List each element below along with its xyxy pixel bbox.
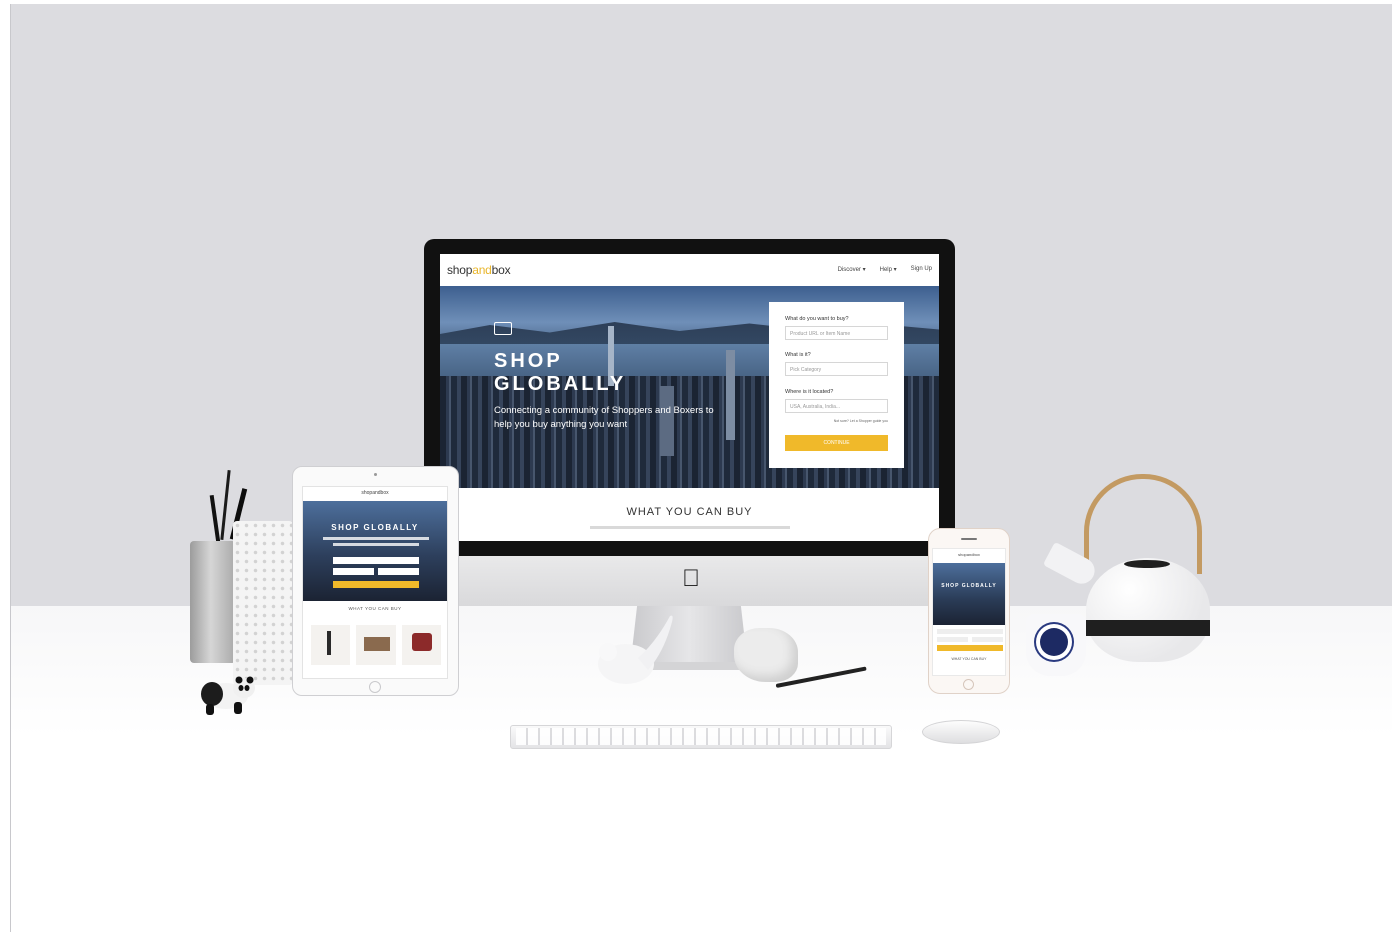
imac-screen: shopandbox Discover ▾ Help ▾ Sign Up SHO… <box>440 254 939 541</box>
hero-title-line1: SHOP <box>494 350 563 372</box>
tablet-hero-title: SHOP GLOBALLY <box>331 523 419 532</box>
phone-hero-title: SHOP GLOBALLY <box>941 583 997 589</box>
nav-links: Discover ▾ Help ▾ Sign Up <box>838 266 932 273</box>
product-thumbnail[interactable] <box>311 625 351 665</box>
product-thumbnail[interactable] <box>356 625 396 665</box>
ceramic-bird <box>598 615 673 684</box>
category-select[interactable]: Pick Category <box>785 362 888 376</box>
tablet-section-title: WHAT YOU CAN BUY <box>348 606 402 611</box>
apple-logo-icon:  <box>680 566 702 592</box>
product-thumbnail[interactable] <box>401 625 441 665</box>
keyboard-keys <box>516 728 886 745</box>
teacup-flower-pattern <box>1040 628 1068 656</box>
crumpled-paper <box>734 628 798 682</box>
panda-figurine <box>201 676 255 715</box>
tablet-input[interactable] <box>333 568 374 575</box>
perforated-pencil-holder <box>233 521 293 685</box>
section-title: WHAT YOU CAN BUY <box>626 506 753 518</box>
teapot-lid <box>1124 560 1170 568</box>
phone-section-title: WHAT YOU CAN BUY <box>951 657 987 661</box>
iphone-home-button <box>963 679 974 690</box>
concrete-pencil-holder <box>190 541 236 663</box>
iphone-speaker <box>961 538 977 540</box>
teapot <box>1086 558 1210 662</box>
tablet-hero-subtitle <box>333 543 419 546</box>
tablet-input[interactable] <box>333 557 419 564</box>
teapot-band <box>1086 620 1210 636</box>
phone-input[interactable] <box>937 637 968 642</box>
mouse <box>922 720 1000 744</box>
phone-logo[interactable]: shopandbox <box>933 552 1005 557</box>
section-subtitle-bar <box>590 526 790 529</box>
phone-input[interactable] <box>972 637 1003 642</box>
tablet-input[interactable] <box>378 568 419 575</box>
ipad-screen: shopandbox SHOP GLOBALLY WHAT YOU CAN BU… <box>302 486 448 679</box>
iphone-screen: shopandbox SHOP GLOBALLY WHAT YOU CAN BU… <box>932 548 1006 676</box>
phone-input[interactable] <box>937 629 1003 634</box>
teacup <box>1026 614 1086 676</box>
logo-prefix: shop <box>447 263 473 277</box>
tablet-continue-button[interactable] <box>333 581 419 588</box>
q1-label: What do you want to buy? <box>785 316 849 322</box>
hero-title-line2: GLOBALLY <box>494 373 627 395</box>
nav-discover[interactable]: Discover ▾ <box>838 266 866 273</box>
tablet-hero: SHOP GLOBALLY <box>303 501 447 601</box>
product-url-input[interactable]: Product URL or Item Name <box>785 326 888 340</box>
box-icon <box>494 322 512 335</box>
hero-subtitle: Connecting a community of Shoppers and B… <box>494 405 714 430</box>
frame-edge <box>10 4 11 932</box>
q2-label: What is it? <box>785 352 811 358</box>
location-select[interactable]: USA, Australia, India... <box>785 399 888 413</box>
mockup-scene: shopandbox Discover ▾ Help ▾ Sign Up SHO… <box>0 0 1392 932</box>
ipad-home-button <box>369 681 381 693</box>
hero-banner: SHOP GLOBALLY Connecting a community of … <box>440 286 939 488</box>
tablet-hero-subtitle <box>323 537 429 540</box>
tablet-logo[interactable]: shopandbox <box>303 490 447 496</box>
site-navbar: shopandbox Discover ▾ Help ▾ Sign Up <box>440 254 939 286</box>
hero-title: SHOP GLOBALLY <box>494 350 674 396</box>
continue-button[interactable]: CONTINUE <box>785 435 888 451</box>
phone-hero: SHOP GLOBALLY <box>933 563 1005 625</box>
site-logo[interactable]: shopandbox <box>447 263 511 277</box>
tablet-product-thumbnails <box>311 625 441 665</box>
form-note: Not sure? Let a Shopper guide you <box>833 419 888 423</box>
order-form: What do you want to buy? Product URL or … <box>769 302 904 468</box>
logo-suffix: box <box>491 263 511 277</box>
ipad-camera <box>374 473 377 476</box>
nav-help[interactable]: Help ▾ <box>880 266 897 273</box>
logo-accent: and <box>472 263 492 277</box>
phone-continue-button[interactable] <box>937 645 1003 651</box>
nav-sign-up[interactable]: Sign Up <box>911 266 932 273</box>
q3-label: Where is it located? <box>785 389 834 395</box>
